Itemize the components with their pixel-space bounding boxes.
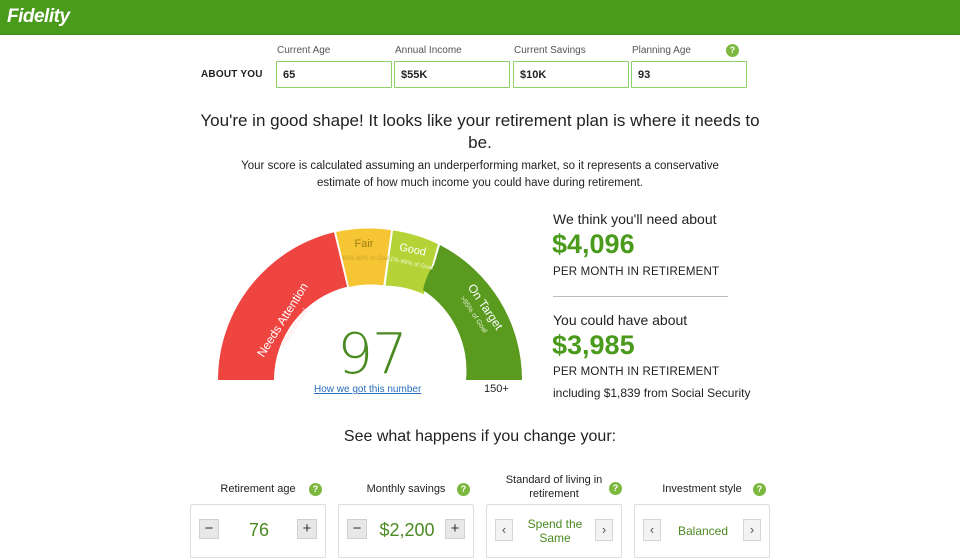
gauge-max-label: 150+	[484, 383, 509, 395]
current-age-field[interactable]: 65	[276, 61, 392, 88]
retirement-score: 97	[337, 322, 407, 387]
have-per-month-label: PER MONTH IN RETIREMENT	[553, 366, 720, 378]
monthly-savings-stepper: − $2,200 +	[338, 504, 474, 558]
investment-style-help-icon[interactable]: ?	[753, 483, 766, 496]
retirement-age-stepper: − 76 +	[190, 504, 326, 558]
result-headline: You're in good shape! It looks like your…	[200, 111, 760, 152]
investment-style-next-button[interactable]: ›	[743, 519, 761, 541]
monthly-savings-help-icon[interactable]: ?	[457, 483, 470, 496]
retirement-age-help-icon[interactable]: ?	[309, 483, 322, 496]
current-savings-field[interactable]: $10K	[513, 61, 629, 88]
investment-style-value: Balanced	[677, 524, 729, 538]
annual-income-label: Annual Income	[395, 45, 462, 56]
standard-of-living-selector: ‹ Spend the Same ›	[486, 504, 622, 558]
about-you-label: ABOUT YOU	[201, 69, 263, 80]
monthly-savings-label-text: Monthly savings	[366, 483, 446, 495]
standard-of-living-prev-button[interactable]: ‹	[495, 519, 513, 541]
standard-of-living-help-icon[interactable]: ?	[609, 482, 622, 495]
retirement-age-plus-button[interactable]: +	[297, 519, 317, 539]
need-intro-text: We think you'll need about	[553, 211, 717, 227]
standard-of-living-next-button[interactable]: ›	[595, 519, 613, 541]
standard-of-living-label: Standard of living in retirement	[505, 474, 603, 500]
fair-title: Fair	[355, 238, 374, 250]
result-subtext: Your score is calculated assuming an und…	[241, 160, 719, 189]
retirement-age-label: Retirement age	[190, 482, 326, 496]
retirement-age-label-text: Retirement age	[220, 483, 296, 495]
change-section-title: See what happens if you change your:	[343, 428, 617, 445]
retirement-age-minus-button[interactable]: −	[199, 519, 219, 539]
divider	[553, 296, 728, 297]
monthly-savings-label: Monthly savings	[338, 482, 474, 496]
standard-of-living-value: Spend the Same	[527, 517, 583, 545]
need-per-month-label: PER MONTH IN RETIREMENT	[553, 266, 720, 278]
how-we-got-this-number-link[interactable]: How we got this number	[314, 384, 421, 395]
have-monthly-amount: $3,985	[552, 330, 635, 360]
fidelity-logo[interactable]: Fidelity	[7, 6, 70, 28]
investment-style-prev-button[interactable]: ‹	[643, 519, 661, 541]
investment-style-label-text: Investment style	[662, 483, 742, 495]
annual-income-field[interactable]: $55K	[394, 61, 510, 88]
top-bar: Fidelity	[0, 0, 960, 35]
planning-age-help-icon[interactable]: ?	[726, 44, 739, 57]
have-intro-text: You could have about	[553, 312, 688, 328]
retirement-age-value: 76	[248, 520, 270, 540]
planning-age-label: Planning Age	[632, 45, 691, 56]
monthly-savings-value: $2,200	[379, 520, 435, 540]
monthly-savings-minus-button[interactable]: −	[347, 519, 367, 539]
social-security-note: including $1,839 from Social Security	[553, 386, 751, 400]
monthly-savings-plus-button[interactable]: +	[445, 519, 465, 539]
need-monthly-amount: $4,096	[552, 229, 635, 259]
investment-style-selector: ‹ Balanced ›	[634, 504, 770, 558]
current-savings-label: Current Savings	[514, 45, 586, 56]
current-age-label: Current Age	[277, 45, 331, 56]
fair-range: 65%-80% of Goal	[342, 256, 389, 262]
planning-age-field[interactable]: 93	[631, 61, 747, 88]
investment-style-label: Investment style	[634, 482, 770, 496]
